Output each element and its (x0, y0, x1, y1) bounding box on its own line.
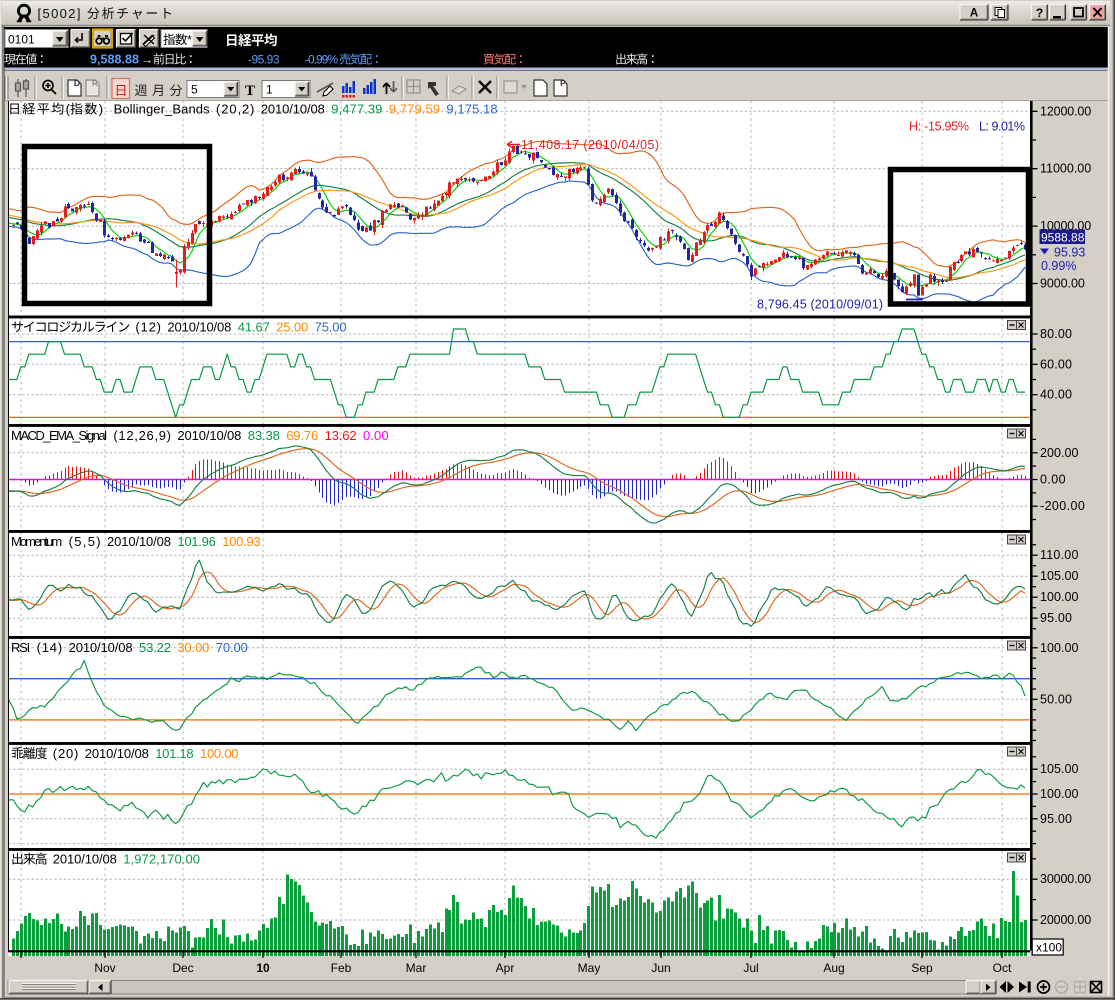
svg-text:H: -15.95%: H: -15.95% (909, 120, 969, 134)
svg-text:(12): (12) (135, 320, 161, 335)
svg-text:30.00: 30.00 (177, 640, 209, 655)
svg-text:0.99%: 0.99% (1041, 259, 1076, 273)
svg-text:): ) (99, 102, 103, 117)
svg-text:105.00: 105.00 (1040, 762, 1078, 776)
svg-text:101.18: 101.18 (155, 746, 193, 761)
svg-text:(: ( (66, 102, 71, 117)
svg-text:(5,5): (5,5) (69, 534, 101, 549)
svg-text:9588.88: 9588.88 (1041, 230, 1085, 244)
svg-text:P: P (560, 78, 566, 88)
svg-text:100.00: 100.00 (1040, 641, 1078, 655)
svg-text:Aug: Aug (823, 961, 844, 975)
svg-text:9000.00: 9000.00 (1040, 277, 1085, 291)
svg-text:Jul: Jul (743, 961, 758, 975)
svg-text:-0.99%: -0.99% (305, 53, 338, 67)
svg-text:100.00: 100.00 (1040, 787, 1078, 801)
svg-text:Bollinger_Bands: Bollinger_Bands (114, 102, 211, 117)
svg-text:R: R (92, 78, 98, 88)
svg-text:53.22: 53.22 (139, 640, 171, 655)
svg-text:1: 1 (266, 83, 273, 97)
svg-text:10: 10 (256, 961, 270, 975)
svg-text:80.00: 80.00 (1040, 327, 1072, 341)
svg-text:Mar: Mar (406, 961, 427, 975)
svg-text:1,972,170.00: 1,972,170.00 (123, 852, 200, 867)
svg-text:9,477.39: 9,477.39 (331, 102, 382, 117)
svg-text:Feb: Feb (331, 961, 352, 975)
svg-text:11000.00: 11000.00 (1040, 162, 1091, 176)
svg-text:2010/10/08: 2010/10/08 (261, 102, 325, 117)
svg-text:Sep: Sep (911, 961, 933, 975)
svg-text:Oct: Oct (993, 961, 1012, 975)
svg-text:100.00: 100.00 (1040, 590, 1078, 604)
svg-text:-95.93: -95.93 (248, 53, 280, 67)
svg-text:95.00: 95.00 (1040, 611, 1072, 625)
svg-text:12000.00: 12000.00 (1040, 104, 1091, 118)
svg-text:60.00: 60.00 (1040, 357, 1072, 371)
svg-text:70.00: 70.00 (216, 640, 248, 655)
svg-text:0101: 0101 (8, 33, 35, 47)
svg-text:May: May (578, 961, 601, 975)
svg-text:100.00: 100.00 (200, 746, 238, 761)
svg-text:95.93: 95.93 (1054, 246, 1085, 260)
svg-text:Jun: Jun (651, 961, 670, 975)
svg-text:11,408.17 (2010/04/05): 11,408.17 (2010/04/05) (521, 138, 659, 152)
svg-text:69.76: 69.76 (286, 428, 318, 443)
svg-text:RSI: RSI (11, 640, 30, 655)
svg-text:L: 9.01%: L: 9.01% (979, 120, 1025, 134)
svg-text:0.00: 0.00 (1040, 473, 1066, 487)
svg-text:*: * (187, 33, 192, 47)
svg-text:9,588.88: 9,588.88 (90, 53, 139, 67)
svg-text:2010/10/08: 2010/10/08 (69, 640, 133, 655)
svg-text:[5002]: [5002] (38, 6, 81, 21)
svg-text:83.38: 83.38 (248, 428, 280, 443)
svg-text:2010/10/08: 2010/10/08 (177, 428, 241, 443)
svg-text:D: D (74, 78, 80, 88)
svg-text:13.62: 13.62 (325, 428, 357, 443)
svg-text:110.00: 110.00 (1040, 548, 1078, 562)
svg-text:41.67: 41.67 (238, 320, 270, 335)
svg-text:200.00: 200.00 (1040, 446, 1078, 460)
svg-text:2010/10/08: 2010/10/08 (53, 852, 117, 867)
svg-text:Apr: Apr (496, 961, 515, 975)
svg-text:25.00: 25.00 (276, 320, 308, 335)
svg-text:30000.00: 30000.00 (1040, 872, 1091, 886)
svg-text:0.00: 0.00 (363, 428, 389, 443)
svg-text:(12,26,9): (12,26,9) (113, 428, 171, 443)
svg-text:9,779.59: 9,779.59 (389, 102, 440, 117)
svg-text:T: T (245, 83, 255, 99)
svg-text:9,175.18: 9,175.18 (446, 102, 497, 117)
svg-text:(20,2): (20,2) (216, 102, 254, 117)
svg-text:A: A (970, 8, 978, 20)
svg-text:MACD_EMA_Signal: MACD_EMA_Signal (11, 428, 107, 443)
svg-text:Momentum: Momentum (11, 534, 62, 549)
svg-text:?: ? (1036, 6, 1043, 20)
svg-text:40.00: 40.00 (1040, 388, 1072, 402)
svg-text:2010/10/08: 2010/10/08 (167, 320, 231, 335)
svg-text:x100: x100 (1036, 941, 1062, 955)
svg-text:8,796.45 (2010/09/01): 8,796.45 (2010/09/01) (757, 298, 883, 312)
svg-text:(14): (14) (37, 640, 63, 655)
svg-text:101.96: 101.96 (177, 534, 215, 549)
svg-text:95.00: 95.00 (1040, 812, 1072, 826)
svg-text:→: → (141, 53, 153, 67)
svg-text:2010/10/08: 2010/10/08 (85, 746, 149, 761)
svg-text:20000.00: 20000.00 (1040, 913, 1091, 927)
svg-text:-200.00: -200.00 (1040, 499, 1085, 513)
svg-text:5: 5 (191, 83, 198, 97)
svg-text:100.93: 100.93 (222, 534, 260, 549)
svg-text:(20): (20) (53, 746, 79, 761)
svg-text:Nov: Nov (94, 961, 115, 975)
svg-text:105.00: 105.00 (1040, 569, 1078, 583)
svg-text:Dec: Dec (172, 961, 193, 975)
svg-text:50.00: 50.00 (1040, 692, 1072, 706)
svg-text:75.00: 75.00 (315, 320, 347, 335)
svg-text:2010/10/08: 2010/10/08 (107, 534, 171, 549)
